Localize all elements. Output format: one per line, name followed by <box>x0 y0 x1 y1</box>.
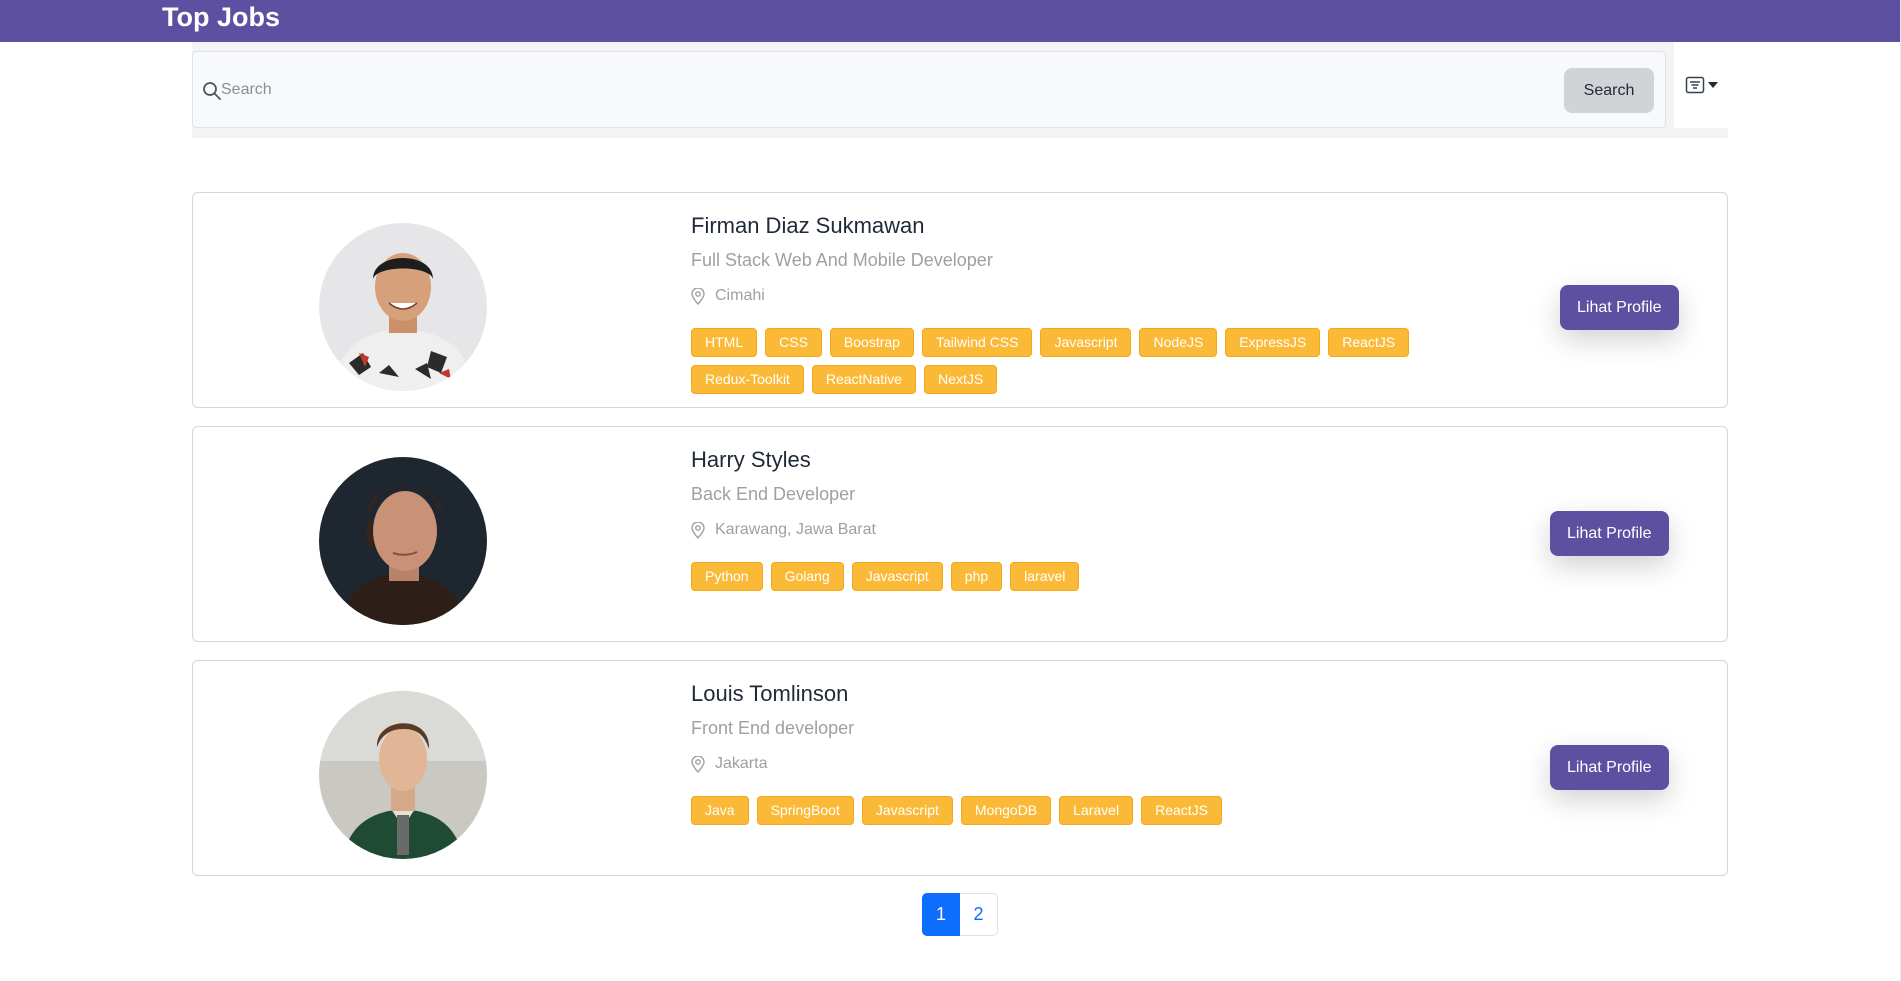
skill-badge: CSS <box>765 328 822 357</box>
avatar <box>319 457 487 625</box>
skill-badge: MongoDB <box>960 796 1052 825</box>
skill-badge: Java <box>691 796 749 825</box>
skill-badge: Javascript <box>851 562 943 591</box>
skill-badge: Javascript <box>861 796 953 825</box>
worker-card: Harry Styles Back End Developer Karawang… <box>192 426 1728 642</box>
worker-card: Louis Tomlinson Front End developer Jaka… <box>192 660 1728 876</box>
skill-badge: HTML <box>691 328 758 357</box>
worker-role: Front End developer <box>691 718 855 738</box>
skill-list: Python Golang Javascript php laravel <box>691 562 1511 591</box>
skill-badge: ReactJS <box>1141 796 1222 825</box>
map-pin-icon <box>691 287 705 305</box>
skill-badge: Laravel <box>1059 796 1134 825</box>
worker-location: Jakarta <box>691 754 767 774</box>
skill-badge: Javascript <box>1040 328 1132 357</box>
skill-badge: Boostrap <box>829 328 914 357</box>
view-profile-button[interactable]: Lihat Profile <box>1550 745 1669 790</box>
skill-list: HTML CSS Boostrap Tailwind CSS Javascrip… <box>691 328 1511 394</box>
map-pin-icon <box>691 755 705 773</box>
view-profile-button[interactable]: Lihat Profile <box>1560 285 1679 330</box>
worker-role: Back End Developer <box>691 484 856 504</box>
search-bar: Search <box>192 51 1666 128</box>
skill-badge: Golang <box>770 562 844 591</box>
search-button[interactable]: Search <box>1564 68 1654 113</box>
skill-badge: ReactJS <box>1328 328 1410 357</box>
skill-badge: Tailwind CSS <box>921 328 1033 357</box>
page-title: Top Jobs <box>162 2 280 32</box>
page-button-2[interactable]: 2 <box>960 893 998 936</box>
filter-dropdown-button[interactable] <box>1674 42 1728 128</box>
view-profile-button[interactable]: Lihat Profile <box>1550 511 1669 556</box>
skill-list: Java SpringBoot Javascript MongoDB Larav… <box>691 796 1511 825</box>
avatar <box>319 691 487 859</box>
skill-badge: ExpressJS <box>1225 328 1321 357</box>
skill-badge: SpringBoot <box>756 796 854 825</box>
search-input[interactable] <box>221 72 1321 108</box>
location-text: Karawang, Jawa Barat <box>715 521 876 538</box>
skill-badge: laravel <box>1010 562 1080 591</box>
worker-location: Cimahi <box>691 286 765 306</box>
location-text: Cimahi <box>715 287 765 304</box>
skill-badge: php <box>950 562 1003 591</box>
filter-list-icon <box>1685 76 1704 94</box>
skill-badge: NodeJS <box>1139 328 1218 357</box>
worker-card: Firman Diaz Sukmawan Full Stack Web And … <box>192 192 1728 408</box>
caret-down-icon <box>1707 82 1718 88</box>
avatar <box>319 223 487 391</box>
page-button-1[interactable]: 1 <box>922 893 960 936</box>
pagination: 1 2 <box>922 893 998 936</box>
search-icon <box>202 81 222 101</box>
worker-name: Harry Styles <box>691 447 811 472</box>
worker-name: Louis Tomlinson <box>691 681 849 706</box>
skill-badge: NextJS <box>924 365 998 394</box>
skill-badge: Python <box>691 562 763 591</box>
top-navbar: Top Jobs <box>0 0 1901 42</box>
worker-name: Firman Diaz Sukmawan <box>691 213 925 238</box>
search-section: Search <box>192 42 1728 138</box>
skill-badge: ReactNative <box>811 365 917 394</box>
skill-badge: Redux-Toolkit <box>691 365 804 394</box>
map-pin-icon <box>691 521 705 539</box>
worker-location: Karawang, Jawa Barat <box>691 520 876 540</box>
worker-role: Full Stack Web And Mobile Developer <box>691 250 993 270</box>
location-text: Jakarta <box>715 755 768 772</box>
